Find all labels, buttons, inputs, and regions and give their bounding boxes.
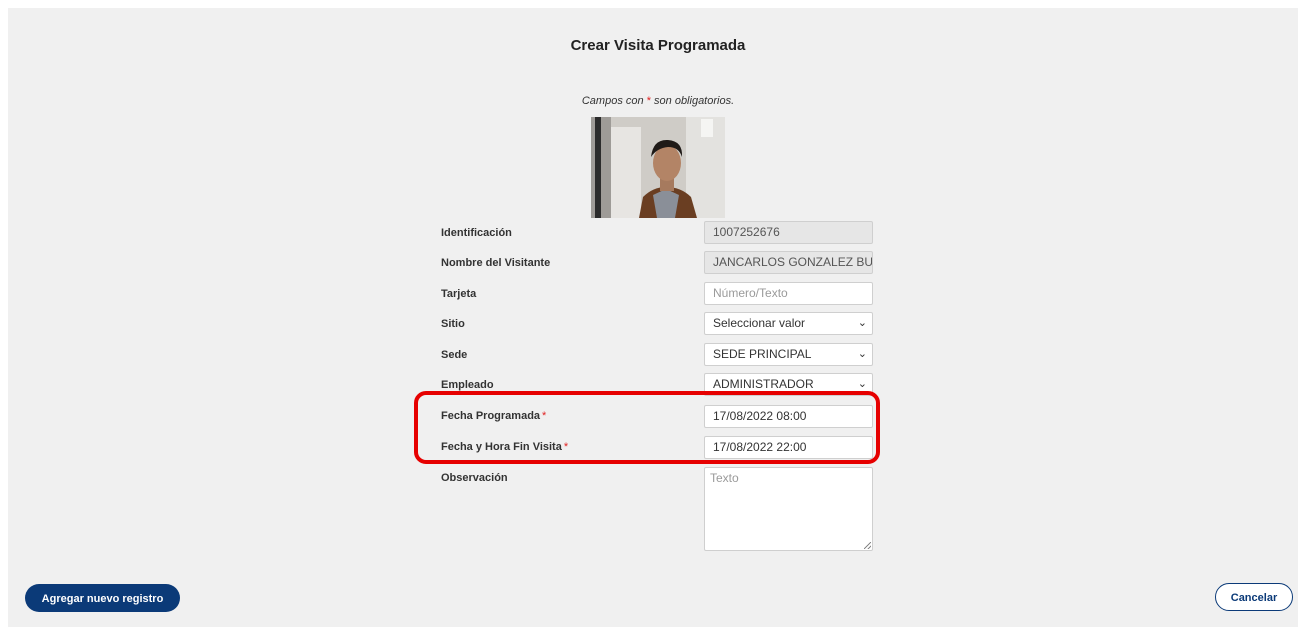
add-record-button[interactable]: Agregar nuevo registro [25,584,180,612]
sede-label: Sede [441,349,468,361]
tarjeta-input[interactable]: Número/Texto [704,282,873,305]
fecha-programada-label-text: Fecha Programada [441,410,541,422]
visitor-photo-image [591,117,725,218]
empleado-select[interactable]: ADMINISTRADOR ⌄ [704,373,873,396]
note-required-star: * [646,95,651,107]
fecha-programada-input[interactable]: 17/08/2022 08:00 [704,405,873,428]
chevron-down-icon: ⌄ [857,378,867,390]
observacion-placeholder: Texto [710,471,739,485]
identificacion-field[interactable]: 1007252676 [704,221,873,244]
sitio-select-value: Seleccionar valor [713,316,806,330]
resize-handle-icon[interactable] [864,542,871,549]
observacion-textarea[interactable]: Texto [704,467,873,551]
sitio-label: Sitio [441,318,465,330]
required-note: Campos con * son obligatorios. [0,95,1304,107]
fecha-fin-input[interactable]: 17/08/2022 22:00 [704,436,873,459]
note-prefix: Campos con [581,95,644,107]
sede-select-value: SEDE PRINCIPAL [713,347,812,361]
observacion-label: Observación [441,472,508,484]
fecha-programada-label: Fecha Programada * [441,410,546,422]
empleado-label: Empleado [441,379,494,391]
note-suffix: son obligatorios. [654,95,735,107]
tarjeta-label: Tarjeta [441,288,477,300]
required-star: * [563,441,569,453]
empleado-select-value: ADMINISTRADOR [713,377,814,391]
chevron-down-icon: ⌄ [857,348,867,360]
nombre-visitante-label: Nombre del Visitante [441,257,551,269]
sede-select[interactable]: SEDE PRINCIPAL ⌄ [704,343,873,366]
page-title: Crear Visita Programada [570,37,746,54]
cancel-button[interactable]: Cancelar [1215,583,1293,611]
chevron-down-icon: ⌄ [857,317,867,329]
required-star: * [542,410,547,422]
fecha-fin-label: Fecha y Hora Fin Visita * [441,441,568,453]
sitio-select[interactable]: Seleccionar valor ⌄ [704,312,873,335]
nombre-visitante-field[interactable]: JANCARLOS GONZALEZ BUITR [704,251,873,274]
identificacion-label: Identificación [441,227,512,239]
fecha-fin-label-text: Fecha y Hora Fin Visita [441,441,562,453]
visitor-photo [591,117,725,218]
